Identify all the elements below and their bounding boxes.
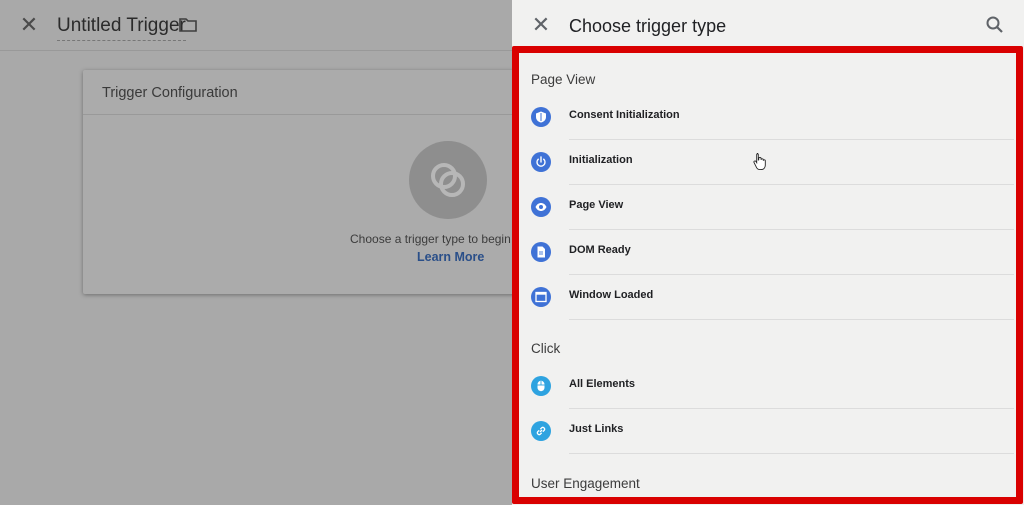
section-heading-page-view: Page View [531,72,596,87]
trigger-type-page-view[interactable]: Page View [512,185,1024,230]
section-heading-click: Click [531,341,561,356]
close-icon[interactable]: ✕ [18,14,40,36]
trigger-type-label: Page View [569,199,624,211]
trigger-type-all-elements[interactable]: All Elements [512,364,1024,409]
trigger-type-window-loaded[interactable]: Window Loaded [512,275,1024,320]
trigger-type-dom-ready[interactable]: DOM Ready [512,230,1024,275]
divider [569,319,1014,320]
learn-more-link[interactable]: Learn More [417,250,484,264]
section-heading-user-engagement: User Engagement [531,476,640,491]
trigger-type-consent-initialization[interactable]: Consent Initialization [512,95,1024,140]
editor-header: ✕ Untitled Trigger [0,0,512,51]
trigger-type-label: All Elements [569,378,636,390]
trigger-type-label: Consent Initialization [569,109,680,121]
card-prompt-text: Choose a trigger type to begin [350,232,511,246]
trigger-type-label: Just Links [569,423,624,435]
choose-trigger-panel: ✕ Choose trigger type Page View Consent … [512,0,1024,505]
trigger-type-initialization[interactable]: Initialization [512,140,1024,185]
eye-icon [531,197,551,217]
card-divider [83,114,523,115]
shield-icon [531,107,551,127]
close-icon[interactable]: ✕ [530,14,552,36]
folder-icon[interactable] [178,16,198,34]
link-icon [531,421,551,441]
panel-title: Choose trigger type [569,16,727,36]
trigger-type-just-links[interactable]: Just Links [512,409,1024,454]
trigger-configuration-card[interactable]: Trigger Configuration Choose a trigger t… [83,70,523,294]
trigger-type-label: DOM Ready [569,244,631,256]
mouse-icon [531,376,551,396]
search-icon[interactable] [985,15,1005,35]
panel-header: ✕ Choose trigger type [512,0,1024,50]
power-icon [531,152,551,172]
trigger-type-label: Initialization [569,154,633,166]
trigger-name-field[interactable]: Untitled Trigger [57,15,186,41]
trigger-type-label: Window Loaded [569,289,654,301]
trigger-placeholder-icon[interactable] [409,141,487,219]
card-title: Trigger Configuration [102,85,238,101]
window-icon [531,287,551,307]
document-icon [531,242,551,262]
divider [569,453,1014,454]
hand-cursor-icon [753,152,767,171]
trigger-editor: ✕ Untitled Trigger Trigger Configuration… [0,0,523,505]
